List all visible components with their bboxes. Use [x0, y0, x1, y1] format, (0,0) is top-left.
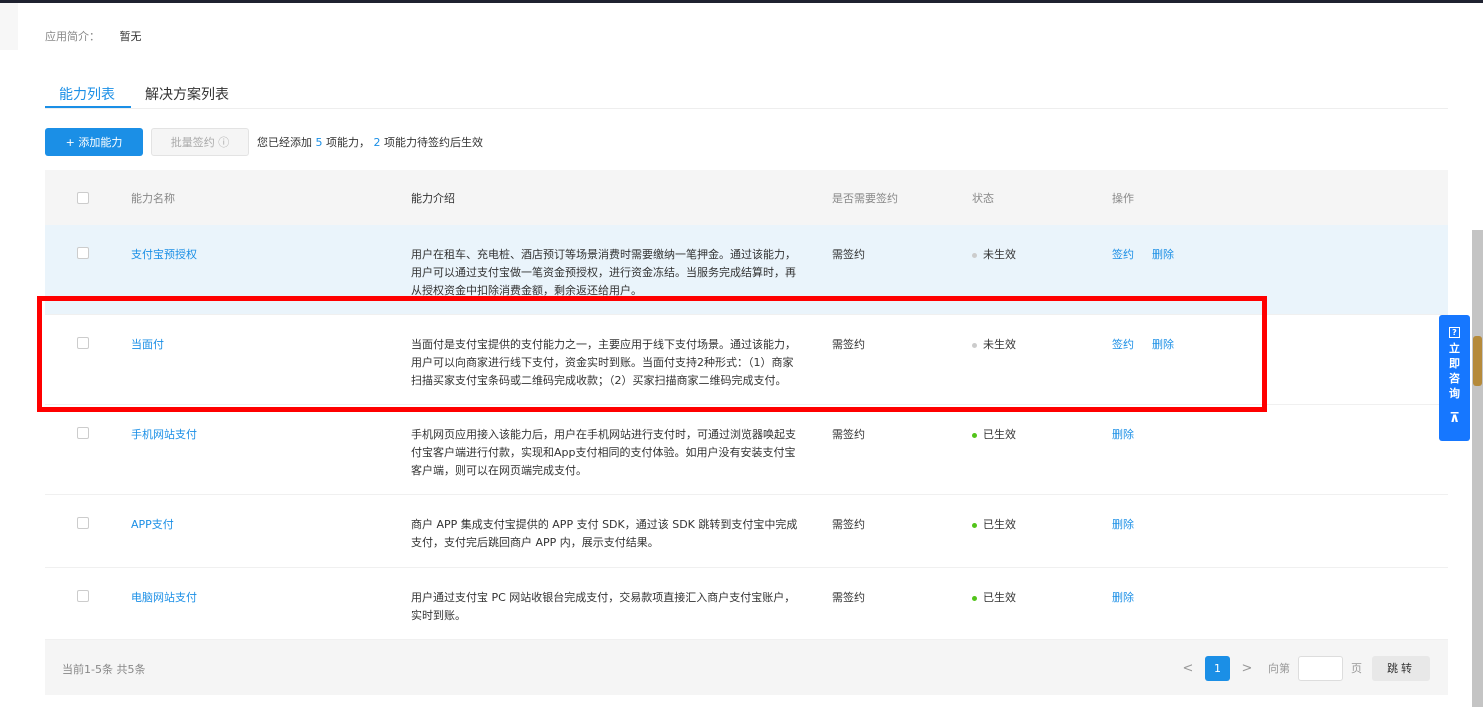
select-all-checkbox[interactable]	[77, 192, 89, 204]
row-checkbox[interactable]	[77, 517, 89, 529]
row-actions: 签约 删除	[1112, 246, 1192, 264]
capability-table: 能力名称 能力介绍 是否需要签约 状态 操作 支付宝预授权 用户在租车、充电桩、…	[45, 170, 1448, 640]
capability-desc: 用户在租车、充电桩、酒店预订等场景消费时需要缴纳一笔押金。通过该能力，用户可以通…	[411, 248, 796, 297]
capability-name-link[interactable]: 当面付	[131, 336, 164, 354]
consult-button[interactable]: ? 立 即 咨 询 ⊼	[1439, 315, 1470, 441]
goto-button[interactable]: 跳转	[1372, 655, 1430, 681]
left-panel	[0, 3, 18, 50]
goto-label: 向第	[1268, 662, 1290, 675]
header-name: 能力名称	[131, 192, 175, 205]
row-checkbox[interactable]	[77, 590, 89, 602]
consult-char: 咨	[1449, 372, 1460, 385]
op-0-link[interactable]: 删除	[1112, 518, 1134, 531]
table-row: 电脑网站支付 用户通过支付宝 PC 网站收银台完成支付，交易款项直接汇入商户支付…	[45, 568, 1448, 640]
status-text: 已生效	[983, 518, 1016, 531]
pagination: < 1 > 向第 页 跳转	[1177, 655, 1430, 681]
table-header: 能力名称 能力介绍 是否需要签约 状态 操作	[45, 170, 1448, 225]
tabs: 能力列表 解决方案列表	[45, 80, 1448, 109]
summary-part: 项能力，	[322, 136, 374, 149]
status-badge: 未生效	[972, 336, 1016, 354]
batch-sign-button[interactable]: 批量签约 ⓘ	[151, 128, 249, 156]
pending-count: 2	[373, 136, 381, 149]
question-icon: ?	[1449, 327, 1460, 338]
app-intro-value: 暂无	[119, 30, 142, 43]
summary-part: 您已经添加	[257, 136, 316, 149]
next-page-button[interactable]: >	[1236, 661, 1258, 676]
table-row: APP支付 商户 APP 集成支付宝提供的 APP 支付 SDK，通过该 SDK…	[45, 495, 1448, 568]
row-checkbox[interactable]	[77, 427, 89, 439]
consult-char: 询	[1449, 387, 1460, 400]
scrollbar[interactable]	[1472, 230, 1483, 707]
op-0-link[interactable]: 删除	[1112, 428, 1134, 441]
status-dot-icon	[972, 595, 977, 601]
table-row: 支付宝预授权 用户在租车、充电桩、酒店预订等场景消费时需要缴纳一笔押金。通过该能…	[45, 225, 1448, 315]
app-intro: 应用简介： 暂无	[45, 28, 142, 44]
status-dot-icon	[972, 252, 977, 258]
consult-char: 立	[1449, 342, 1460, 355]
status-text: 未生效	[983, 338, 1016, 351]
status-dot-icon	[972, 522, 977, 528]
status-badge: 已生效	[972, 589, 1016, 607]
row-actions: 删除	[1112, 589, 1152, 607]
status-badge: 未生效	[972, 246, 1016, 264]
app-intro-label: 应用简介：	[45, 30, 100, 43]
status-badge: 已生效	[972, 516, 1016, 534]
status-dot-icon	[972, 432, 977, 438]
prev-page-button[interactable]: <	[1177, 661, 1199, 676]
capability-name-link[interactable]: 电脑网站支付	[131, 589, 197, 607]
add-capability-button[interactable]: + 添加能力	[45, 128, 143, 156]
capability-desc: 当面付是支付宝提供的支付能力之一，主要应用于线下支付场景。通过该能力，用户可以向…	[411, 338, 796, 387]
status-text: 已生效	[983, 428, 1016, 441]
added-count: 5	[315, 136, 323, 149]
table-footer: 当前1-5条 共5条 < 1 > 向第 页 跳转	[45, 640, 1448, 695]
capability-desc: 商户 APP 集成支付宝提供的 APP 支付 SDK，通过该 SDK 跳转到支付…	[411, 518, 798, 549]
row-actions: 删除	[1112, 516, 1152, 534]
capability-desc: 手机网页应用接入该能力后，用户在手机网站进行支付时，可通过浏览器唤起支付宝客户端…	[411, 428, 796, 477]
header-sign: 是否需要签约	[832, 192, 898, 205]
sign-required: 需签约	[832, 338, 865, 351]
op-0-link[interactable]: 签约	[1112, 338, 1134, 351]
status-text: 未生效	[983, 248, 1016, 261]
summary-part: 项能力待签约后生效	[380, 136, 483, 149]
capability-name-link[interactable]: APP支付	[131, 516, 174, 534]
goto-page-input[interactable]	[1298, 655, 1343, 681]
capability-name-link[interactable]: 手机网站支付	[131, 426, 197, 444]
row-actions: 签约 删除	[1112, 336, 1192, 354]
sign-required: 需签约	[832, 248, 865, 261]
sign-required: 需签约	[832, 428, 865, 441]
status-badge: 已生效	[972, 426, 1016, 444]
row-checkbox[interactable]	[77, 247, 89, 259]
toolbar: + 添加能力 批量签约 ⓘ 您已经添加 5 项能力， 2 项能力待签约后生效	[45, 128, 483, 156]
header-status: 状态	[972, 192, 994, 205]
op-1-link[interactable]: 删除	[1152, 338, 1174, 351]
tab-underline	[45, 106, 131, 108]
op-0-link[interactable]: 签约	[1112, 248, 1134, 261]
row-actions: 删除	[1112, 426, 1152, 444]
tab-solution-list[interactable]: 解决方案列表	[145, 84, 229, 104]
consult-char: 即	[1449, 357, 1460, 370]
table-row: 手机网站支付 手机网页应用接入该能力后，用户在手机网站进行支付时，可通过浏览器唤…	[45, 405, 1448, 495]
capability-desc: 用户通过支付宝 PC 网站收银台完成支付，交易款项直接汇入商户支付宝账户，实时到…	[411, 591, 796, 622]
sign-required: 需签约	[832, 518, 865, 531]
summary-text: 您已经添加 5 项能力， 2 项能力待签约后生效	[257, 134, 483, 150]
header-desc: 能力介绍	[411, 192, 455, 205]
op-0-link[interactable]: 删除	[1112, 591, 1134, 604]
page-unit: 页	[1351, 662, 1362, 675]
op-1-link[interactable]: 删除	[1152, 248, 1174, 261]
tab-capability-list[interactable]: 能力列表	[59, 84, 115, 104]
table-row: 当面付 当面付是支付宝提供的支付能力之一，主要应用于线下支付场景。通过该能力，用…	[45, 315, 1448, 405]
status-dot-icon	[972, 342, 977, 348]
top-bar	[0, 0, 1483, 3]
row-checkbox[interactable]	[77, 337, 89, 349]
header-ops: 操作	[1112, 192, 1134, 205]
page-1-button[interactable]: 1	[1205, 655, 1230, 681]
scrollbar-thumb[interactable]	[1473, 336, 1482, 386]
sign-required: 需签约	[832, 591, 865, 604]
status-text: 已生效	[983, 591, 1016, 604]
capability-name-link[interactable]: 支付宝预授权	[131, 246, 197, 264]
back-to-top-icon[interactable]: ⊼	[1439, 411, 1470, 426]
total-count: 当前1-5条 共5条	[62, 663, 146, 676]
